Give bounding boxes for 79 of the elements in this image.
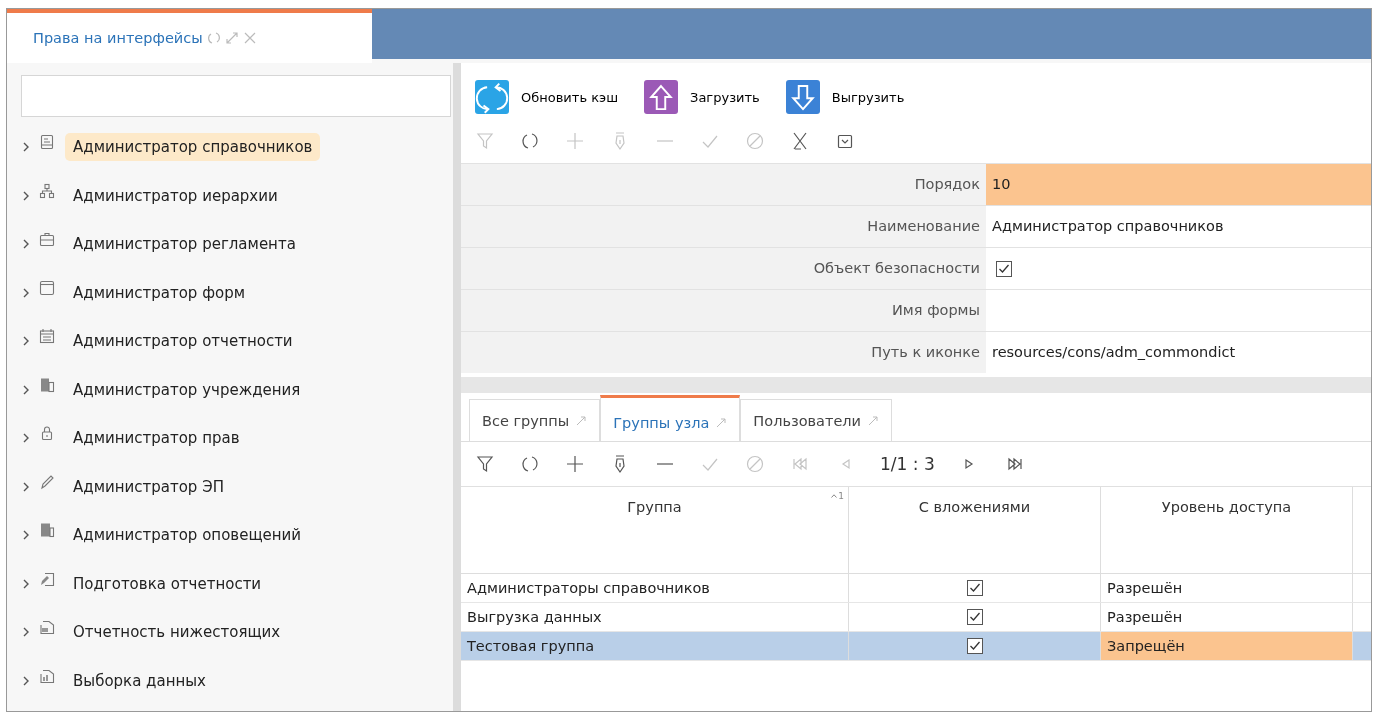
field-label: Имя формы xyxy=(461,290,986,331)
field-value[interactable]: resources/cons/adm_commondict xyxy=(986,332,1371,373)
tree-item[interactable]: Администратор иерархии xyxy=(65,181,286,210)
chevron-right-icon[interactable] xyxy=(21,384,31,395)
expand-icon xyxy=(867,414,880,427)
tree-item[interactable]: Подготовка отчетности xyxy=(65,569,270,598)
hierarchy-icon xyxy=(39,182,55,199)
page-counter: 1/1 : 3 xyxy=(880,454,935,474)
folder-document-icon xyxy=(39,619,55,636)
table-row[interactable]: Администраторы справочников Разрешён xyxy=(461,574,1371,603)
field-label: Наименование xyxy=(461,206,986,247)
header-label: С вложениями xyxy=(918,499,1031,515)
field-value[interactable]: Администратор справочников xyxy=(986,206,1371,247)
chevron-right-icon[interactable] xyxy=(21,336,31,347)
chevron-right-icon[interactable] xyxy=(21,578,31,589)
table-cell: Разрешён xyxy=(1101,603,1353,631)
checkbox[interactable] xyxy=(996,260,1012,277)
folder-pen-icon xyxy=(39,570,55,587)
chevron-right-icon[interactable] xyxy=(21,481,31,492)
tree-item[interactable]: Администратор учреждения xyxy=(65,375,309,404)
tree-item[interactable]: Администратор отчетности xyxy=(65,327,301,356)
field-label: Объект безопасности xyxy=(461,248,986,289)
chevron-right-icon[interactable] xyxy=(21,627,31,638)
table-cell: Разрешён xyxy=(1101,574,1353,602)
tree-item[interactable]: Отчетность нижестоящих xyxy=(65,618,289,647)
tree-item[interactable]: Администратор оповещений xyxy=(65,521,310,550)
refresh-icon xyxy=(475,80,509,114)
chevron-right-icon[interactable] xyxy=(21,239,31,250)
lock-icon xyxy=(39,425,55,442)
expand-icon xyxy=(715,416,728,429)
tab[interactable]: Все группы xyxy=(469,399,601,441)
table-cell: Выгрузка данных xyxy=(461,603,849,631)
table-row[interactable]: Тестовая группа Запрещён xyxy=(461,632,1371,661)
chevron-right-icon[interactable] xyxy=(21,190,31,201)
toolbar-button[interactable]: Загрузить xyxy=(644,75,760,119)
expand-icon xyxy=(575,414,588,427)
checkbox[interactable] xyxy=(966,609,983,625)
checkbox[interactable] xyxy=(966,638,983,654)
tab[interactable]: Пользователи xyxy=(740,399,893,441)
chevron-right-icon[interactable] xyxy=(21,675,31,686)
chevron-right-icon[interactable] xyxy=(21,287,31,298)
column-header[interactable]: Уровень доступа xyxy=(1101,487,1353,573)
sort-caret-icon xyxy=(831,494,838,498)
tree-item[interactable]: Администратор прав xyxy=(65,424,248,453)
column-header[interactable]: С вложениями xyxy=(849,487,1101,573)
table-cell: Запрещён xyxy=(1101,632,1353,660)
header-label: Группа xyxy=(627,499,682,515)
toolbar-button[interactable]: Выгрузить xyxy=(785,75,905,119)
chevron-right-icon[interactable] xyxy=(21,433,31,444)
toolbar-button[interactable]: Обновить кэш xyxy=(475,75,619,119)
checkbox[interactable] xyxy=(966,580,983,596)
document-icon xyxy=(39,134,55,151)
tree-item[interactable]: Администратор ЭП xyxy=(65,472,232,501)
calendar-icon xyxy=(39,328,55,345)
briefcase-icon xyxy=(39,231,55,248)
field-label: Порядок xyxy=(461,164,986,205)
chevron-right-icon[interactable] xyxy=(21,142,31,153)
tree-item[interactable]: Администратор форм xyxy=(65,278,253,307)
field-label: Путь к иконке xyxy=(461,332,986,373)
sort-order: 1 xyxy=(838,491,844,501)
field-value[interactable]: 10 xyxy=(986,164,1371,205)
tree-item[interactable]: Выборка данных xyxy=(65,666,214,695)
building-icon xyxy=(39,376,55,393)
refresh-icon[interactable] xyxy=(520,454,540,474)
table-cell: Администраторы справочников xyxy=(461,574,849,602)
header-label: Уровень доступа xyxy=(1161,499,1292,515)
folder-chart-icon xyxy=(39,667,55,684)
filter-icon[interactable] xyxy=(475,454,495,474)
search-field[interactable] xyxy=(21,75,451,117)
table-cell: Тестовая группа xyxy=(461,632,849,660)
column-header[interactable]: Группа 1 xyxy=(461,487,849,573)
tree-item[interactable]: Администратор регламента xyxy=(65,230,304,259)
pen-icon xyxy=(39,473,55,490)
chevron-right-icon[interactable] xyxy=(21,530,31,541)
plus-icon[interactable] xyxy=(565,454,585,474)
window-icon xyxy=(39,279,55,296)
refresh-icon[interactable] xyxy=(520,131,540,151)
tree-item[interactable]: Администратор справочников xyxy=(65,133,321,162)
tab[interactable]: Группы узла xyxy=(600,395,741,441)
